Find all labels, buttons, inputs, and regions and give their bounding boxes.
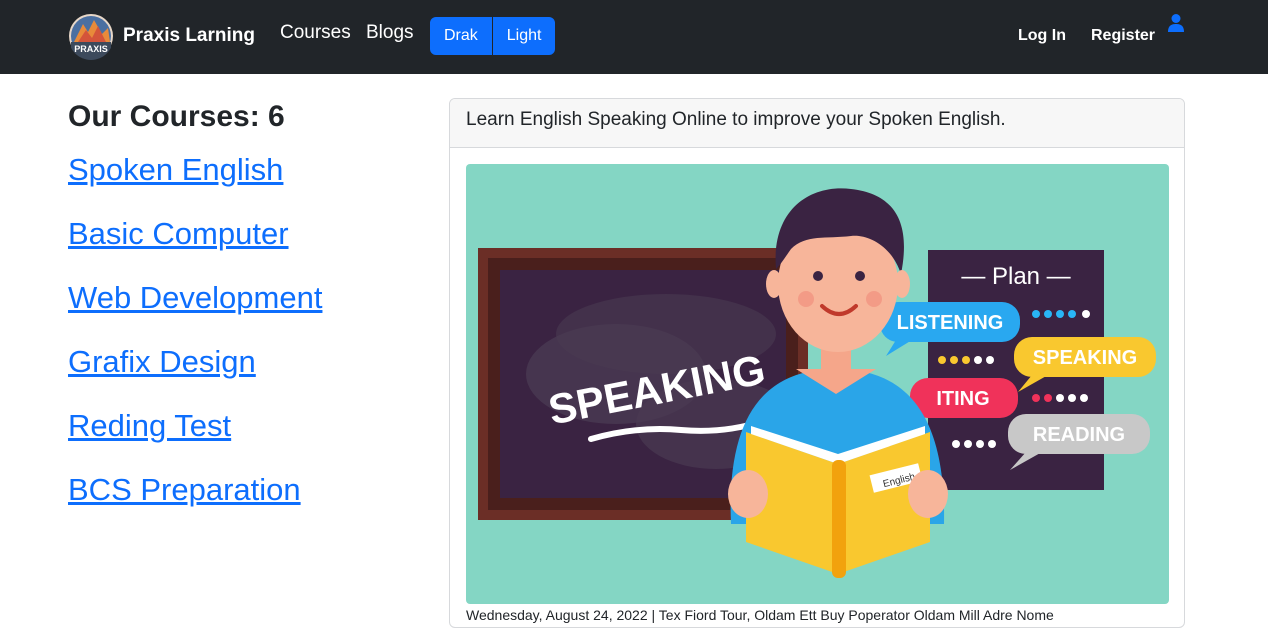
svg-text:PRAXIS: PRAXIS (74, 44, 108, 54)
brand[interactable]: PRAXIS Praxis Larning (68, 12, 255, 60)
reading-bubble: READING (1033, 424, 1125, 446)
navbar: PRAXIS Praxis Larning Courses Blogs Drak… (0, 0, 1268, 74)
course-link-bcs-preparation[interactable]: BCS Preparation (68, 472, 301, 508)
course-link-grafix-design[interactable]: Grafix Design (68, 344, 256, 380)
writing-bubble: ITING (936, 388, 989, 410)
card-meta: Wednesday, August 24, 2022 | Tex Fiord T… (466, 607, 1054, 623)
course-illustration: SPEAKING — Plan — LISTENING SPEAKING ITI… (466, 164, 1169, 604)
user-icon[interactable] (1167, 13, 1185, 33)
speaking-bubble: SPEAKING (1033, 347, 1137, 369)
brand-logo: PRAXIS (68, 12, 114, 60)
nav-courses-link[interactable]: Courses (280, 22, 351, 44)
register-link[interactable]: Register (1091, 27, 1155, 45)
light-theme-button[interactable]: Light (492, 17, 556, 55)
card-header: Learn English Speaking Online to improve… (450, 99, 1184, 148)
courses-heading: Our Courses: 6 (68, 100, 285, 133)
course-link-reding-test[interactable]: Reding Test (68, 408, 231, 444)
course-link-web-development[interactable]: Web Development (68, 280, 322, 316)
course-link-basic-computer[interactable]: Basic Computer (68, 216, 289, 252)
theme-toggle-group: Drak Light (430, 17, 556, 55)
brand-name: Praxis Larning (123, 25, 255, 46)
nav-blogs-link[interactable]: Blogs (366, 22, 414, 44)
dark-theme-button[interactable]: Drak (430, 17, 492, 55)
listening-bubble: LISTENING (897, 312, 1004, 334)
course-card: Learn English Speaking Online to improve… (449, 98, 1185, 628)
login-link[interactable]: Log In (1018, 27, 1066, 45)
plan-label: — Plan — (961, 263, 1070, 290)
course-link-spoken-english[interactable]: Spoken English (68, 152, 283, 188)
